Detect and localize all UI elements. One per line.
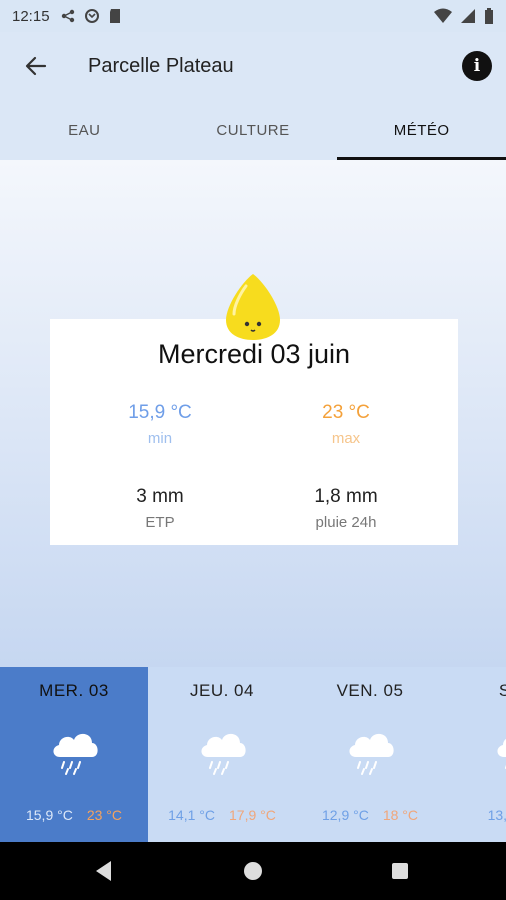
rain-block: 1,8 mm pluie 24h: [246, 486, 446, 531]
forecast-max: 17,9 °C: [229, 807, 276, 823]
forecast-max: 23 °C: [86, 807, 123, 823]
forecast-day[interactable]: JEU. 04 14,1 °C 17,9 °C: [148, 667, 296, 842]
rain-cloud-icon: [497, 738, 506, 769]
status-notification-icons: [60, 8, 122, 24]
forecast-min: 12,9 °C: [321, 807, 369, 823]
card-date: Mercredi 03 juin: [157, 339, 351, 369]
etp-block: 3 mm ETP: [60, 486, 260, 531]
status-system-icons: [434, 8, 494, 24]
sync-icon: [84, 9, 99, 23]
tab-culture[interactable]: CULTURE: [169, 100, 338, 160]
min-temp-value: 15,9 °C: [128, 402, 192, 423]
forecast-day[interactable]: VEN. 05 12,9 °C 18 °C: [296, 667, 444, 842]
forecast-temps: 14,1 °C 17,9 °C: [148, 807, 296, 823]
tab-meteo[interactable]: MÉTÉO: [337, 100, 506, 160]
forecast-day-name: MER. 03: [39, 681, 109, 700]
forecast-day-name: VEN. 05: [336, 681, 404, 700]
forecast-temps: 15,9 °C 23 °C: [0, 807, 148, 823]
forecast-max: 18 °C: [382, 807, 419, 823]
page-title: Parcelle Plateau: [88, 54, 234, 77]
forecast-day-name: SAM: [498, 681, 506, 700]
max-temp-value: 23 °C: [322, 402, 370, 423]
tab-bar: EAU CULTURE MÉTÉO: [0, 100, 506, 160]
signal-icon: [461, 9, 475, 23]
forecast-day[interactable]: SAM 13,4 °C: [444, 667, 506, 842]
info-button[interactable]: i: [462, 51, 492, 81]
forecast-day[interactable]: MER. 03 15,9 °C 23 °C: [0, 667, 148, 842]
min-temp-label: min: [147, 430, 173, 447]
forecast-min: 15,9 °C: [25, 807, 73, 823]
rain-cloud-icon: [349, 733, 394, 775]
rain-cloud-icon: [201, 733, 246, 775]
app-bar: Parcelle Plateau i: [0, 32, 506, 100]
tab-eau[interactable]: EAU: [0, 100, 169, 160]
forecast-min: 13,4 °C: [487, 807, 506, 823]
share-icon: [61, 9, 74, 23]
etp-value: 3 mm: [136, 486, 184, 507]
etp-label: ETP: [145, 514, 175, 531]
forecast-temps: 13,4 °C: [444, 807, 506, 823]
back-button[interactable]: [14, 44, 58, 88]
rain-value: 1,8 mm: [314, 486, 378, 507]
sd-card-icon: [109, 9, 120, 23]
status-time: 12:15: [12, 7, 50, 25]
nav-recents-icon[interactable]: [392, 863, 408, 879]
status-bar: 12:15: [0, 0, 506, 32]
battery-icon: [485, 8, 493, 24]
forecast-temps: 12,9 °C 18 °C: [296, 807, 444, 823]
wifi-icon: [434, 8, 452, 23]
weather-detail-card: Mercredi 03 juin 15,9 °C min 23 °C max 3…: [50, 319, 458, 545]
rain-cloud-icon: [53, 733, 98, 775]
water-drop-mascot-icon: [226, 274, 280, 340]
forecast-strip: MER. 03 15,9 °C 23 °C JEU. 04 14,1 °C 17,9…: [0, 667, 506, 842]
info-icon: i: [473, 56, 481, 76]
rain-label: pluie 24h: [315, 514, 377, 531]
nav-back-icon[interactable]: [96, 861, 111, 881]
arrow-back-icon: [25, 56, 47, 76]
min-temp-block: 15,9 °C min: [60, 402, 260, 447]
nav-home-icon[interactable]: [244, 862, 262, 880]
system-nav-bar: [0, 842, 506, 900]
forecast-min: 14,1 °C: [168, 807, 215, 823]
max-temp-label: max: [331, 430, 361, 447]
forecast-day-name: JEU. 04: [190, 681, 254, 700]
max-temp-block: 23 °C max: [246, 402, 446, 447]
